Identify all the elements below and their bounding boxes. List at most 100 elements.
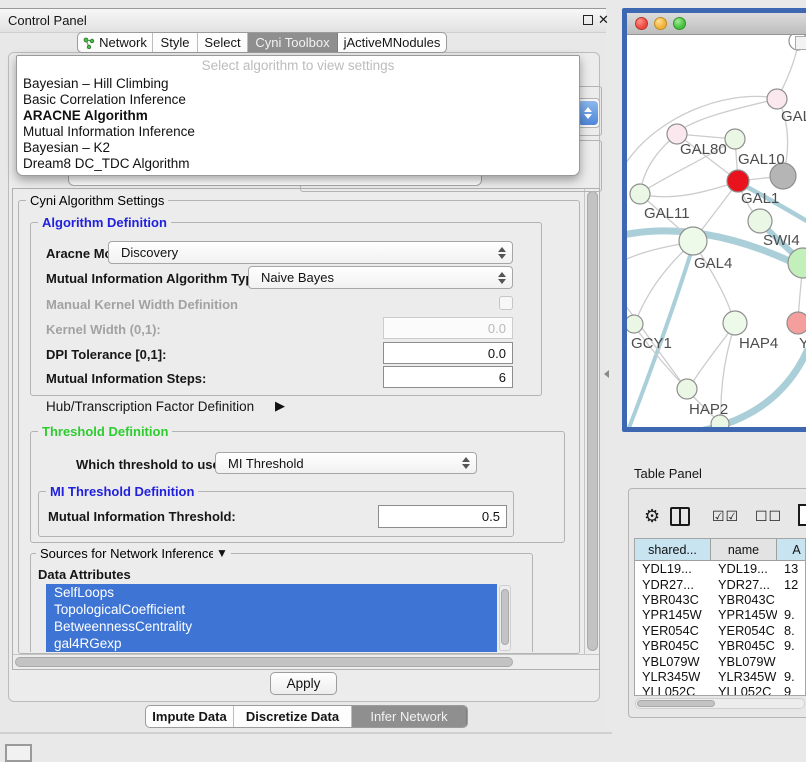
table-hscroll-thumb[interactable] [637,700,715,707]
cut-panel-fragment [5,744,32,762]
close-panel-icon[interactable]: ✕ [598,12,609,28]
vscroll-thumb[interactable] [587,191,598,651]
tab-network[interactable]: Network [78,33,153,52]
tab-label: Network [99,35,147,50]
table-cell: YPR145W [711,607,777,622]
table-row[interactable]: YPR145WYPR145W9. [635,607,805,622]
data-attribute-item[interactable]: BetweennessCentrality [46,618,497,635]
attributes-vscrollbar[interactable] [499,585,511,651]
tab-impute-data[interactable]: Impute Data [146,706,234,727]
algorithm-option[interactable]: Mutual Information Inference [17,124,579,140]
column-header[interactable]: name [711,539,777,561]
tab-style[interactable]: Style [153,33,198,52]
table-hscrollbar[interactable] [635,698,805,709]
hub-section-label[interactable]: Hub/Transcription Factor Definition [46,399,254,414]
tab-label: Style [161,35,190,50]
network-edge[interactable] [689,324,735,388]
minimize-traffic-light[interactable] [654,17,667,30]
network-edge[interactable] [681,99,777,130]
algorithm-options-list: Bayesian – Hill ClimbingBasic Correlatio… [17,76,579,172]
kernel-width-input[interactable]: 0.0 [383,317,513,339]
tab-jactivemnodules[interactable]: jActiveMNodules [338,33,446,52]
tab-infer-network[interactable]: Infer Network [352,706,467,727]
manual-kernel-checkbox[interactable] [499,296,513,310]
table-cell: YBR045C [635,638,711,653]
tab-discretize-data[interactable]: Discretize Data [234,706,352,727]
collapse-closed-icon[interactable]: ▶ [275,398,285,414]
attr-vscroll-thumb[interactable] [501,589,509,645]
network-node[interactable] [723,311,747,335]
network-node[interactable] [677,379,697,399]
dpi-tolerance-label: DPI Tolerance [0,1]: [46,347,166,362]
mi-algorithm-type-combo[interactable]: Naive Bayes [248,266,513,289]
close-traffic-light[interactable] [635,17,648,30]
which-threshold-combo[interactable]: MI Threshold [215,452,477,474]
table-header-row: shared...nameA [635,539,805,561]
table-row[interactable]: YDR27...YDR27...12 [635,576,805,591]
columns-icon[interactable] [670,507,690,526]
algorithm-option[interactable]: Basic Correlation Inference [17,92,579,108]
data-attribute-item[interactable]: SelfLoops [46,584,497,601]
mi-threshold-input[interactable]: 0.5 [378,505,507,528]
settings-hscrollbar[interactable] [13,654,599,669]
network-view-window: GAL8GAL80GAL10GAL1GAL11SWI4GAL4GCY1HAP4Y… [622,8,806,432]
network-canvas[interactable]: GAL8GAL80GAL10GAL1GAL11SWI4GAL4GCY1HAP4Y… [627,35,806,427]
mi-steps-label: Mutual Information Steps: [46,371,206,386]
algorithm-option[interactable]: Dream8 DC_TDC Algorithm [17,156,579,172]
algorithm-option[interactable]: Bayesian – K2 [17,140,579,156]
table-row[interactable]: YER054CYER054C8. [635,623,805,638]
table-row[interactable]: YBR045CYBR045C9. [635,638,805,653]
combo-stepper-focused [578,101,598,125]
table-row[interactable]: YDL19...YDL19...13 [635,561,805,576]
table-cell: 13 [777,561,806,576]
settings-vscrollbar[interactable] [584,189,599,655]
collapse-open-icon[interactable]: ▼ [213,546,231,560]
table-row[interactable]: YLL052CYLL052C9 [635,684,805,696]
table-row[interactable]: YBL079WYBL079W [635,653,805,668]
table-cell: YBR043C [711,592,777,607]
table-row[interactable]: YLR345WYLR345W9. [635,669,805,684]
canvas-corner-box [795,36,806,50]
network-node[interactable] [767,89,787,109]
unchecked-boxes-icon[interactable]: ☐☐ [755,508,782,525]
column-header[interactable]: A [777,539,806,561]
network-node[interactable] [679,227,707,255]
zoom-traffic-light[interactable] [673,17,686,30]
data-attribute-item[interactable]: TopologicalCoefficient [46,601,497,618]
network-node[interactable] [725,129,745,149]
network-node[interactable] [727,170,749,192]
file-icon[interactable] [798,504,806,526]
table-cell: YPR145W [635,607,711,622]
panel-collapse-handle[interactable] [604,370,609,378]
table-row[interactable]: YBR043CYBR043C [635,592,805,607]
gear-icon[interactable]: ⚙ [644,506,660,527]
table-cell: YER054C [635,623,711,638]
network-node[interactable] [787,312,806,334]
mi-steps-input[interactable]: 6 [383,366,513,388]
tab-cyni-toolbox[interactable]: Cyni Toolbox [248,33,338,52]
algorithm-option[interactable]: Bayesian – Hill Climbing [17,76,579,92]
tab-label: Infer Network [370,709,447,724]
hscroll-thumb[interactable] [15,657,513,667]
table-cell: 9. [777,607,806,622]
apply-button[interactable]: Apply [270,672,337,695]
network-node[interactable] [627,315,643,333]
table-panel-title: Table Panel [634,466,702,481]
data-attribute-item[interactable]: gal4RGexp [46,635,497,652]
checked-boxes-icon[interactable]: ☑☑ [712,508,739,525]
aracne-mode-combo[interactable]: Discovery [108,241,513,264]
float-panel-icon[interactable] [583,15,593,25]
network-node[interactable] [630,184,650,204]
panel-bottom-edge [0,732,612,734]
network-node[interactable] [748,209,772,233]
table-cell: YLL052C [635,684,711,696]
dpi-tolerance-input[interactable]: 0.0 [383,342,513,364]
column-header[interactable]: shared... [635,539,711,561]
network-edge[interactable] [635,242,693,323]
algorithm-option[interactable]: ARACNE Algorithm [17,108,579,124]
which-threshold-label: Which threshold to use: [76,457,224,472]
tab-select[interactable]: Select [198,33,248,52]
data-attributes-label: Data Attributes [38,567,131,582]
threshold-definition-title: Threshold Definition [38,424,172,439]
network-window-titlebar[interactable] [627,13,806,35]
